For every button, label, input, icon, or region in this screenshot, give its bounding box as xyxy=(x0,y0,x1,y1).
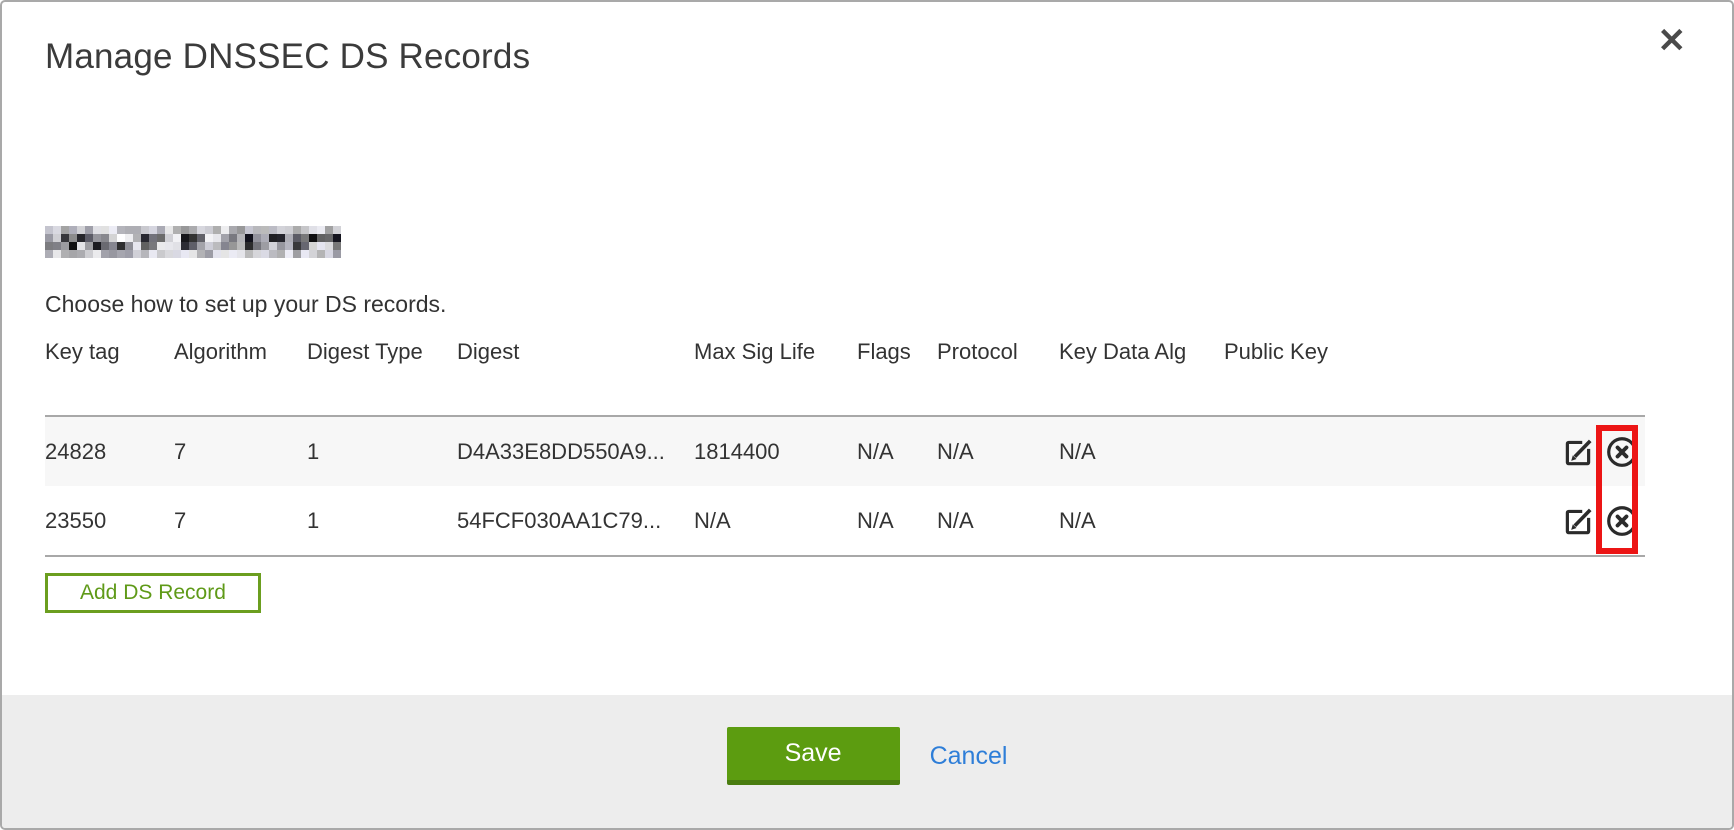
cell-key-data-alg: N/A xyxy=(1059,486,1224,556)
table-row: 23550 7 1 54FCF030AA1C79... N/A N/A N/A … xyxy=(45,486,1645,556)
col-header-protocol: Protocol xyxy=(937,339,1059,416)
dialog-footer: Save Cancel xyxy=(2,695,1732,828)
delete-record-button[interactable] xyxy=(1605,504,1639,538)
close-icon: ✕ xyxy=(1658,22,1687,60)
table-header-row: Key tag Algorithm Digest Type Digest Max… xyxy=(45,339,1645,416)
redacted-domain-name xyxy=(45,226,341,258)
cell-actions xyxy=(1535,416,1645,486)
cell-max-sig-life: N/A xyxy=(694,486,857,556)
col-header-actions xyxy=(1535,339,1645,416)
cell-flags: N/A xyxy=(857,486,937,556)
cell-max-sig-life: 1814400 xyxy=(694,416,857,486)
cell-key-tag: 24828 xyxy=(45,416,174,486)
cell-algorithm: 7 xyxy=(174,416,307,486)
cancel-link[interactable]: Cancel xyxy=(930,742,1008,771)
cell-public-key xyxy=(1224,486,1535,556)
table-row: 24828 7 1 D4A33E8DD550A9... 1814400 N/A … xyxy=(45,416,1645,486)
cell-digest: 54FCF030AA1C79... xyxy=(457,486,694,556)
cell-protocol: N/A xyxy=(937,486,1059,556)
col-header-digest-type: Digest Type xyxy=(307,339,457,416)
edit-icon xyxy=(1561,504,1595,538)
edit-icon xyxy=(1561,435,1595,469)
dialog-content: Manage DNSSEC DS Records Choose how to s… xyxy=(2,36,1732,613)
save-button[interactable]: Save xyxy=(727,727,900,785)
delete-icon xyxy=(1605,504,1639,538)
cell-public-key xyxy=(1224,416,1535,486)
close-button[interactable]: ✕ xyxy=(1658,24,1687,58)
col-header-flags: Flags xyxy=(857,339,937,416)
col-header-max-sig-life: Max Sig Life xyxy=(694,339,857,416)
ds-records-table-wrap: Key tag Algorithm Digest Type Digest Max… xyxy=(45,339,1689,557)
dialog-title: Manage DNSSEC DS Records xyxy=(45,36,1689,78)
cell-key-data-alg: N/A xyxy=(1059,416,1224,486)
cell-protocol: N/A xyxy=(937,416,1059,486)
cell-digest: D4A33E8DD550A9... xyxy=(457,416,694,486)
cell-algorithm: 7 xyxy=(174,486,307,556)
cell-key-tag: 23550 xyxy=(45,486,174,556)
delete-record-button[interactable] xyxy=(1605,435,1639,469)
footer-actions: Save Cancel xyxy=(727,727,1008,785)
cell-digest-type: 1 xyxy=(307,486,457,556)
delete-icon xyxy=(1605,435,1639,469)
ds-records-table: Key tag Algorithm Digest Type Digest Max… xyxy=(45,339,1645,557)
col-header-key-tag: Key tag xyxy=(45,339,174,416)
col-header-key-data-alg: Key Data Alg xyxy=(1059,339,1224,416)
cell-digest-type: 1 xyxy=(307,416,457,486)
cell-actions xyxy=(1535,486,1645,556)
edit-record-button[interactable] xyxy=(1561,435,1595,469)
col-header-algorithm: Algorithm xyxy=(174,339,307,416)
manage-dnssec-dialog: ✕ Manage DNSSEC DS Records Choose how to… xyxy=(0,0,1734,830)
add-ds-record-button[interactable]: Add DS Record xyxy=(45,573,261,613)
instruction-text: Choose how to set up your DS records. xyxy=(45,291,1689,317)
edit-record-button[interactable] xyxy=(1561,504,1595,538)
col-header-public-key: Public Key xyxy=(1224,339,1535,416)
col-header-digest: Digest xyxy=(457,339,694,416)
cell-flags: N/A xyxy=(857,416,937,486)
